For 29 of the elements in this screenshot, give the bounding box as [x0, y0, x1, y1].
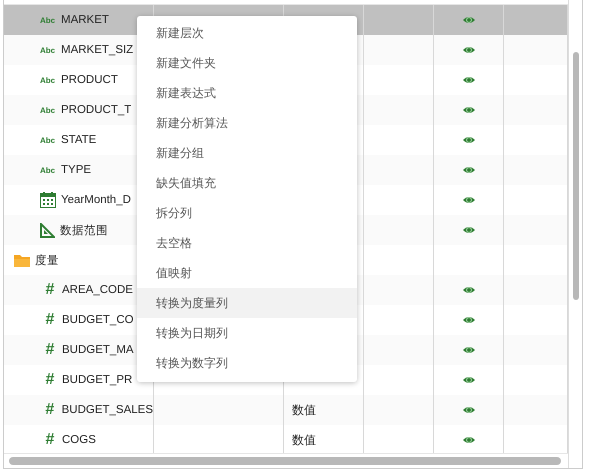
field-name: MARKET_SIZ: [61, 44, 134, 56]
text-type-icon: Abc: [40, 136, 57, 144]
number-type-icon: #: [43, 431, 57, 449]
field-name: 数据范围: [60, 224, 108, 238]
field-name: BUDGET_CO: [62, 314, 134, 326]
text-type-icon: Abc: [40, 106, 57, 114]
field-name: BUDGET_MA: [62, 344, 134, 356]
text-type-icon: Abc: [40, 166, 57, 174]
field-name: MARKET: [61, 14, 109, 26]
number-type-icon: #: [43, 281, 57, 299]
folder-label: 度量: [35, 254, 59, 268]
field-name: AREA_CODE: [62, 284, 133, 296]
field-name: TYPE: [61, 164, 92, 176]
number-type-icon: #: [43, 311, 57, 329]
number-type-icon: #: [43, 341, 57, 359]
field-name: STATE: [61, 134, 96, 146]
field-name: BUDGET_SALES: [62, 404, 153, 416]
field-name: PRODUCT: [61, 74, 118, 86]
field-name: YearMonth_D: [61, 194, 131, 206]
text-type-icon: Abc: [40, 46, 57, 54]
data-type: 数值: [292, 432, 316, 448]
number-type-icon: #: [43, 371, 57, 389]
field-name: COGS: [62, 434, 96, 446]
number-type-icon: #: [43, 401, 57, 419]
field-name: BUDGET_PR: [62, 374, 132, 386]
field-name: PRODUCT_T: [61, 104, 132, 116]
data-type: 数值: [292, 402, 316, 418]
text-type-icon: Abc: [40, 16, 57, 24]
text-type-icon: Abc: [40, 76, 57, 84]
